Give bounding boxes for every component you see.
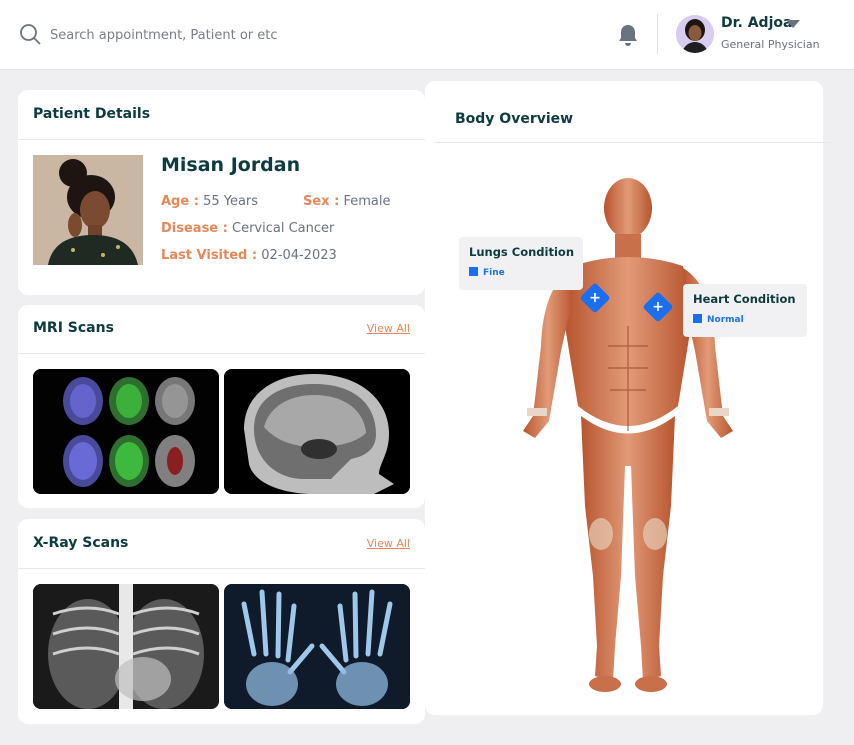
disease-label: Disease : <box>161 221 228 236</box>
lungs-condition-status: Fine <box>469 267 505 278</box>
xray-scan-thumbnail[interactable] <box>224 584 410 709</box>
xray-view-all-link[interactable]: View All <box>367 537 410 550</box>
patient-name: Misan Jordan <box>161 154 301 176</box>
top-bar: Dr. Adjoa General Physician <box>0 0 854 70</box>
search-icon[interactable] <box>19 23 41 45</box>
mri-scans-title: MRI Scans <box>33 320 114 336</box>
chevron-down-icon[interactable] <box>786 20 800 28</box>
heart-status-text: Normal <box>707 315 744 325</box>
mri-view-all-link[interactable]: View All <box>367 322 410 335</box>
sex-field: Sex : Female <box>303 194 390 209</box>
mri-scans-card: MRI Scans View All <box>18 305 425 508</box>
age-value: 55 Years <box>203 194 259 209</box>
lungs-status-text: Fine <box>483 268 505 278</box>
bell-icon[interactable] <box>615 22 641 48</box>
xray-scans-title: X-Ray Scans <box>33 535 129 551</box>
divider <box>435 142 833 143</box>
heart-condition-status: Normal <box>693 314 744 325</box>
last-visited-label: Last Visited : <box>161 248 258 263</box>
doctor-name[interactable]: Dr. Adjoa <box>721 15 792 31</box>
plus-icon: + <box>589 290 601 306</box>
divider <box>18 139 425 140</box>
lungs-marker-button[interactable]: + <box>579 282 611 314</box>
status-square-icon <box>693 314 702 323</box>
sex-value: Female <box>343 194 391 209</box>
xray-scans-card: X-Ray Scans View All <box>18 519 425 724</box>
patient-photo <box>33 155 143 265</box>
heart-condition-tooltip: Heart Condition Normal <box>683 284 807 337</box>
heart-marker-button[interactable]: + <box>642 291 674 323</box>
lungs-condition-tooltip: Lungs Condition Fine <box>459 237 583 290</box>
doctor-role: General Physician <box>721 38 820 51</box>
divider <box>18 353 425 354</box>
sex-label: Sex : <box>303 194 340 209</box>
header-divider <box>657 14 658 54</box>
avatar[interactable] <box>676 15 714 53</box>
disease-field: Disease : Cervical Cancer <box>161 221 334 236</box>
body-overview-title: Body Overview <box>455 111 574 127</box>
patient-details-card: Patient Details Misan Jordan Age : 55 Ye… <box>18 90 425 295</box>
mri-scan-thumbnail[interactable] <box>224 369 410 494</box>
divider <box>18 568 425 569</box>
heart-condition-title: Heart Condition <box>693 292 796 306</box>
age-field: Age : 55 Years <box>161 194 258 209</box>
body-overview-card: Body Overview Lungs Condition Fine + Hea… <box>425 81 833 715</box>
patient-details-title: Patient Details <box>33 106 151 122</box>
lungs-condition-title: Lungs Condition <box>469 245 575 259</box>
last-visited-field: Last Visited : 02-04-2023 <box>161 248 337 263</box>
mri-scan-thumbnail[interactable] <box>33 369 219 494</box>
last-visited-value: 02-04-2023 <box>261 248 337 263</box>
plus-icon: + <box>652 299 664 315</box>
search-input[interactable] <box>50 24 470 46</box>
disease-value: Cervical Cancer <box>232 221 335 236</box>
age-label: Age : <box>161 194 199 209</box>
xray-scan-thumbnail[interactable] <box>33 584 219 709</box>
status-square-icon <box>469 267 478 276</box>
